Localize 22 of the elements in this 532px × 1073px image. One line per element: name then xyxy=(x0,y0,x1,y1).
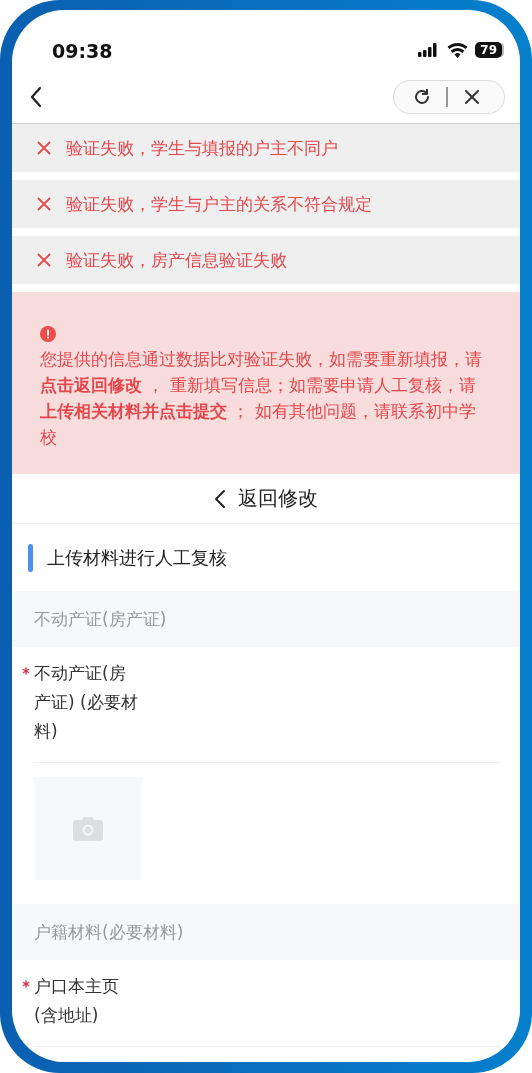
camera-icon xyxy=(73,816,103,841)
wifi-icon xyxy=(447,42,469,58)
group-header: 不动产证(房产证) xyxy=(12,591,520,647)
error-message: 验证失败，学生与户主的关系不符合规定 xyxy=(66,192,372,216)
battery-icon: 79 xyxy=(475,42,502,58)
cross-icon xyxy=(36,252,52,268)
refresh-icon[interactable] xyxy=(412,86,432,107)
field-label: 户口本主页(含地址) xyxy=(34,975,120,1027)
cross-icon xyxy=(36,140,52,156)
accent-bar xyxy=(28,543,33,572)
chevron-left-icon xyxy=(214,488,226,509)
section-title: 上传材料进行人工复核 xyxy=(47,545,227,570)
cross-icon xyxy=(36,196,52,212)
status-time: 09:38 xyxy=(52,40,113,62)
error-message: 验证失败，学生与填报的户主不同户 xyxy=(66,136,338,160)
upload-tile[interactable] xyxy=(34,777,142,880)
back-icon[interactable] xyxy=(30,85,42,108)
field-label: 不动产证(房产证) (必要材料) xyxy=(34,662,139,743)
error-message: 验证失败，房产信息验证失败 xyxy=(66,248,287,272)
group-header: 户籍材料(必要材料) xyxy=(12,904,520,960)
alert-message: 您提供的信息通过数据比对验证失败，如需要重新填报，请点击返回修改 ， 重新填写信息；如需要申请人工复核，请上传相关材料并点击提交 ； 如有其他问题，请联系初中学校 xyxy=(40,348,483,449)
warning-icon xyxy=(40,326,56,342)
